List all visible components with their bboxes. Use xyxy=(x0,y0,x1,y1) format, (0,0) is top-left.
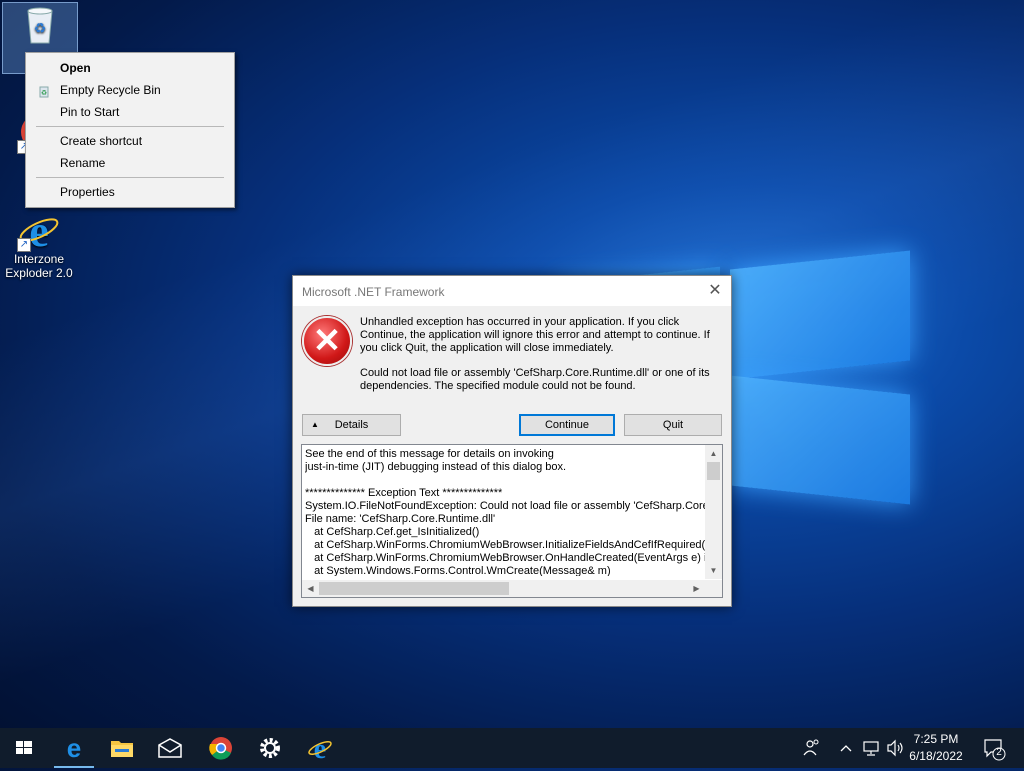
people-button[interactable] xyxy=(800,728,824,768)
menu-item-pin-to-start[interactable]: Pin to Start xyxy=(26,101,234,123)
menu-item-properties[interactable]: Properties xyxy=(26,181,234,203)
windows-start-icon xyxy=(16,741,32,754)
error-detail-text: Could not load file or assembly 'CefShar… xyxy=(360,367,710,392)
exception-details-textbox[interactable]: See the end of this message for details … xyxy=(301,444,723,598)
menu-separator xyxy=(36,126,224,127)
volume-button[interactable] xyxy=(884,728,906,768)
taskbar: e e 7:25 PM 6/18/2022 2 xyxy=(0,728,1024,768)
action-center-button[interactable]: 2 xyxy=(980,728,1010,768)
scrollbar-thumb[interactable] xyxy=(319,582,509,595)
details-button[interactable]: ▲ Details xyxy=(302,414,401,436)
taskbar-edge[interactable]: e xyxy=(50,728,98,768)
clock-date: 6/18/2022 xyxy=(909,749,963,763)
exception-details-text: See the end of this message for details … xyxy=(305,448,705,576)
taskbar-settings[interactable] xyxy=(246,728,294,768)
notification-count: 2 xyxy=(996,747,1002,758)
edge-icon: e xyxy=(67,733,81,763)
error-message: Unhandled exception has occurred in your… xyxy=(360,316,722,405)
recycle-bin-icon: ♻ xyxy=(18,3,62,47)
taskbar-chrome[interactable] xyxy=(197,728,245,768)
menu-item-open[interactable]: Open xyxy=(26,57,234,79)
close-icon[interactable]: ✕ xyxy=(705,281,725,301)
taskbar-interzone-exploder[interactable]: e xyxy=(296,728,344,768)
quit-button[interactable]: Quit xyxy=(624,414,722,436)
svg-text:e: e xyxy=(29,208,49,252)
people-icon xyxy=(803,739,819,756)
gear-icon xyxy=(260,738,280,758)
menu-item-create-shortcut[interactable]: Create shortcut xyxy=(26,130,234,152)
speaker-icon xyxy=(887,739,903,757)
network-icon xyxy=(863,741,879,756)
internet-explorer-icon: e xyxy=(308,734,332,765)
dialog-title: Microsoft .NET Framework xyxy=(302,285,445,299)
horizontal-scrollbar[interactable]: ◀ ▶ xyxy=(302,580,705,597)
show-hidden-icons-button[interactable] xyxy=(838,728,854,768)
svg-text:♻: ♻ xyxy=(41,90,47,97)
internet-explorer-icon: e ↗ xyxy=(17,207,61,256)
chrome-icon xyxy=(209,737,232,760)
chevron-up-icon xyxy=(840,745,852,752)
clock-time: 7:25 PM xyxy=(913,732,959,746)
svg-text:e: e xyxy=(67,733,81,763)
recycle-bin-icon: ♻ xyxy=(37,83,51,98)
scroll-left-icon[interactable]: ◀ xyxy=(302,580,319,597)
network-button[interactable] xyxy=(860,728,882,768)
taskbar-file-explorer[interactable] xyxy=(98,728,146,768)
menu-item-empty-recycle-bin[interactable]: ♻ Empty Recycle Bin xyxy=(26,79,234,101)
continue-button[interactable]: Continue xyxy=(519,414,615,436)
triangle-up-icon: ▲ xyxy=(311,420,319,429)
menu-separator xyxy=(36,177,224,178)
desktop-icon-label: Interzone Exploder 2.0 xyxy=(5,252,73,280)
scroll-up-icon[interactable]: ▲ xyxy=(705,445,722,462)
scrollbar-corner xyxy=(705,580,722,597)
scrollbar-thumb[interactable] xyxy=(707,462,720,480)
svg-text:♻: ♻ xyxy=(34,20,47,36)
vertical-scrollbar[interactable]: ▲ ▼ xyxy=(705,445,722,579)
context-menu: Open ♻ Empty Recycle Bin Pin to Start Cr… xyxy=(25,52,235,208)
taskbar-mail[interactable] xyxy=(146,728,194,768)
scroll-right-icon[interactable]: ▶ xyxy=(688,580,705,597)
error-icon: ✕ xyxy=(302,316,352,366)
dialog-titlebar[interactable]: Microsoft .NET Framework ✕ xyxy=(293,276,731,306)
start-button[interactable] xyxy=(0,728,48,768)
error-message-text: Unhandled exception has occurred in your… xyxy=(360,316,710,354)
scroll-down-icon[interactable]: ▼ xyxy=(705,562,722,579)
exception-dialog: Microsoft .NET Framework ✕ ✕ Unhandled e… xyxy=(292,275,732,607)
mail-icon xyxy=(158,738,182,758)
desktop-icon-interzone-exploder[interactable]: e ↗ Interzone Exploder 2.0 xyxy=(2,207,76,280)
menu-item-rename[interactable]: Rename xyxy=(26,152,234,174)
taskbar-clock[interactable]: 7:25 PM 6/18/2022 xyxy=(906,731,966,765)
folder-icon xyxy=(111,741,133,757)
